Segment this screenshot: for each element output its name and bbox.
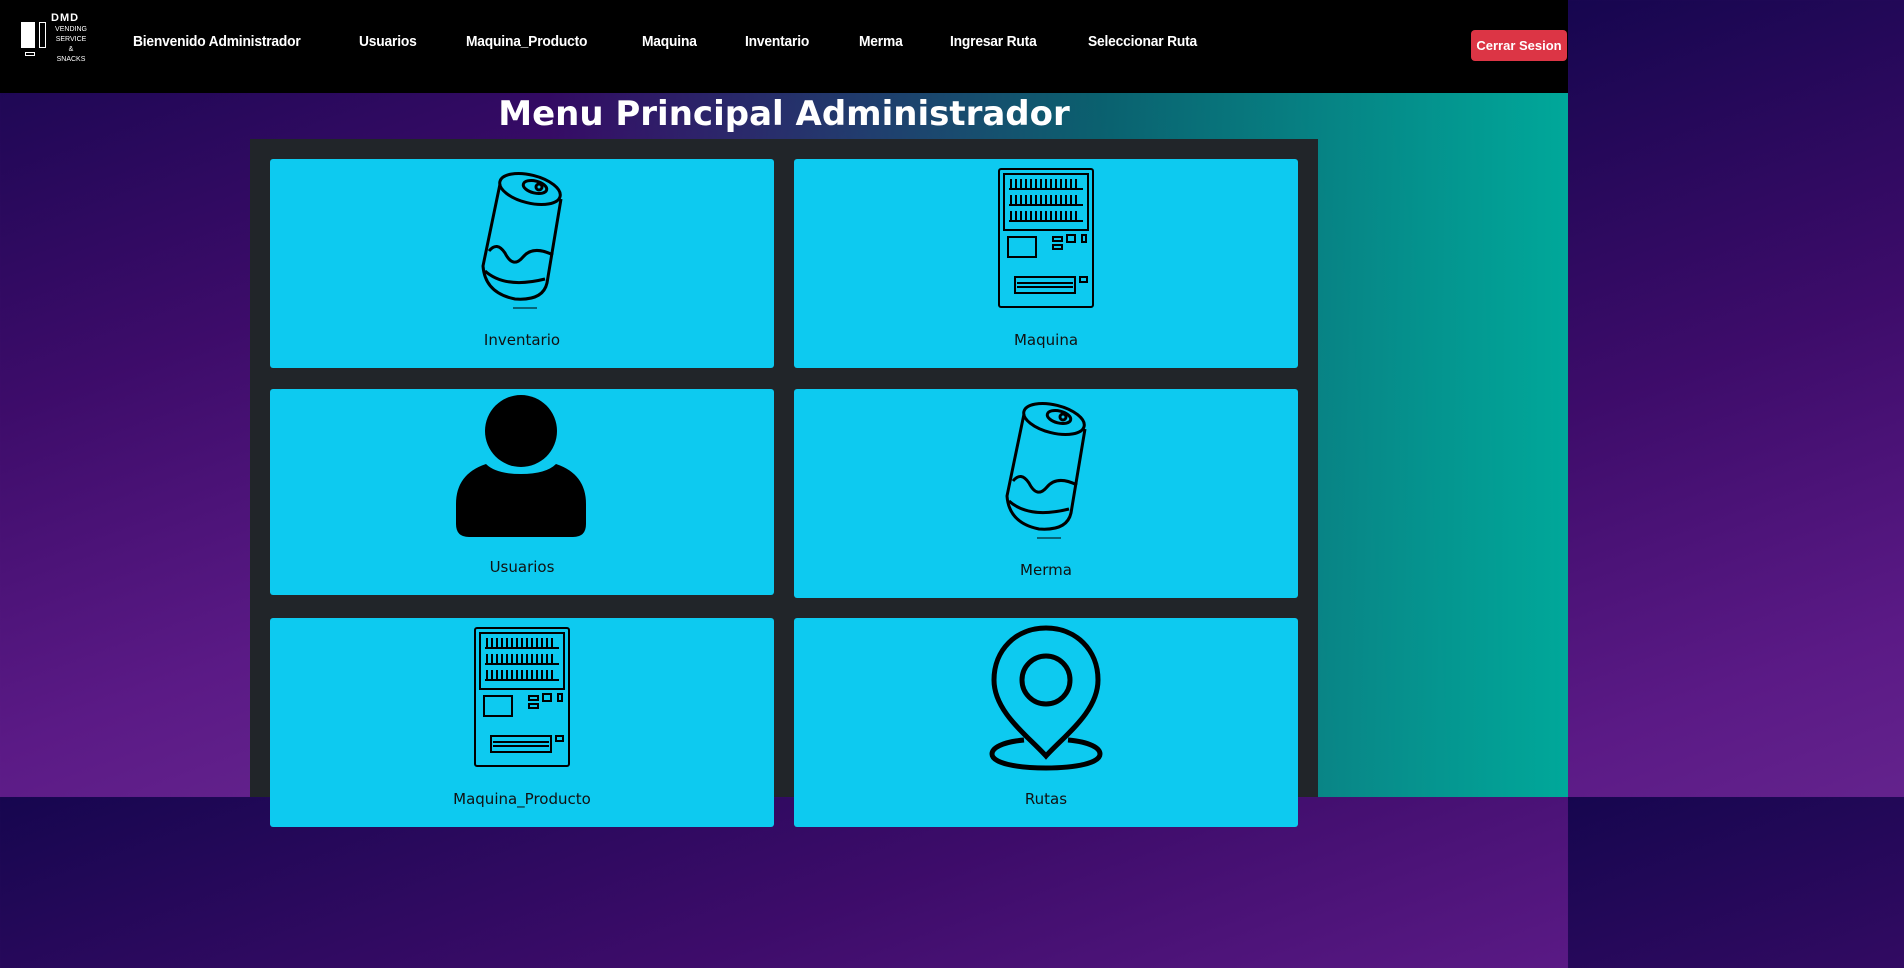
card-merma[interactable]: Merma [794, 389, 1298, 598]
logout-button[interactable]: Cerrar Sesion [1471, 30, 1567, 61]
nav-link-usuarios[interactable]: Usuarios [359, 33, 417, 50]
vending-machine-icon [474, 627, 570, 767]
card-label: Maquina [1013, 331, 1079, 349]
card-rutas[interactable]: Rutas [794, 618, 1298, 827]
card-label: Usuarios [489, 558, 555, 576]
card-label: Rutas [1024, 790, 1068, 808]
user-icon [456, 395, 586, 537]
nav-link-maquina-producto[interactable]: Maquina_Producto [466, 33, 587, 50]
nav-link-merma[interactable]: Merma [859, 33, 903, 50]
logo-line: & [68, 46, 74, 53]
logo-line: VENDING [55, 26, 87, 33]
nav-link-bienvenido[interactable]: Bienvenido Administrador [133, 33, 301, 50]
nav-link-inventario[interactable]: Inventario [745, 33, 809, 50]
card-maquina[interactable]: Maquina [794, 159, 1298, 368]
nav-link-seleccionar-ruta[interactable]: Seleccionar Ruta [1088, 33, 1197, 50]
logo-subtitle: VENDING SERVICE & SNACKS [51, 25, 91, 65]
soda-can-icon [481, 171, 563, 309]
location-pin-icon [989, 625, 1103, 771]
logo-mark [39, 22, 46, 48]
menu-panel: Inventario Maquina Usuarios Merma Maquin… [250, 139, 1318, 827]
logo-line: SNACKS [56, 56, 86, 63]
soda-can-icon [1005, 401, 1087, 539]
top-navbar: DMD VENDING SERVICE & SNACKS Bienvenido … [0, 0, 1568, 93]
card-label: Maquina_Producto [453, 790, 591, 808]
logo-brand: DMD [51, 12, 80, 24]
logo-mark [21, 22, 35, 48]
card-usuarios[interactable]: Usuarios [270, 389, 774, 595]
logo-mark [25, 52, 35, 56]
nav-links: Bienvenido Administrador Usuarios Maquin… [133, 33, 1251, 50]
page-title: Menu Principal Administrador [498, 94, 1070, 134]
dmd-logo[interactable]: DMD VENDING SERVICE & SNACKS [18, 12, 90, 68]
card-inventario[interactable]: Inventario [270, 159, 774, 368]
nav-link-maquina[interactable]: Maquina [642, 33, 697, 50]
card-label: Merma [1020, 561, 1072, 579]
card-label: Inventario [483, 331, 561, 349]
logo-line: SERVICE [55, 36, 87, 43]
card-maquina-producto[interactable]: Maquina_Producto [270, 618, 774, 827]
vending-machine-icon [998, 168, 1094, 308]
nav-link-ingresar-ruta[interactable]: Ingresar Ruta [950, 33, 1037, 50]
